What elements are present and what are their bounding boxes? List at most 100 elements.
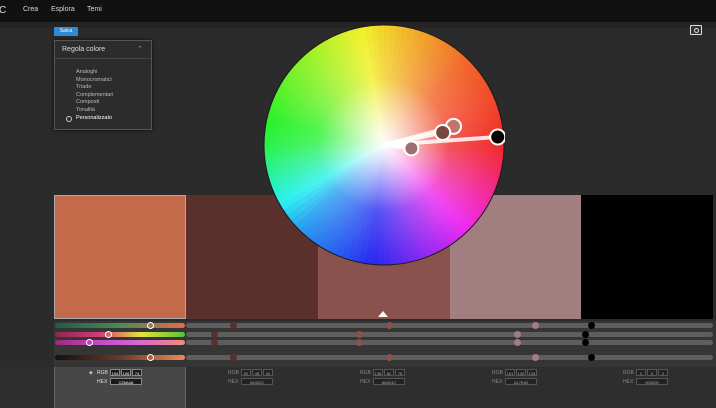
wheel-base-marker[interactable] <box>403 140 420 157</box>
color-wheel[interactable] <box>263 24 507 271</box>
r-input[interactable]: 90 <box>241 369 251 376</box>
active-swatch-pointer <box>378 311 388 317</box>
rule-option-monochromatic[interactable]: Monocromatici <box>55 77 151 85</box>
slider-track[interactable] <box>186 340 713 345</box>
slider-track[interactable] <box>186 355 713 360</box>
color-field-3[interactable]: RGB 138 82 76 HEX 8A524C <box>318 367 450 408</box>
slider-knob[interactable] <box>356 339 363 346</box>
slider-knob[interactable] <box>230 322 237 329</box>
b-input[interactable]: 0 <box>658 369 668 376</box>
rule-option-analogous[interactable]: Analoghi <box>55 69 151 77</box>
g-input[interactable]: 82 <box>384 369 394 376</box>
color-field-2[interactable]: RGB 90 48 44 HEX 5A302C <box>186 367 318 408</box>
slider-knob[interactable] <box>532 354 539 361</box>
slider-knob[interactable] <box>582 331 589 338</box>
nav-tab-esplora[interactable]: Esplora <box>51 6 75 13</box>
save-button[interactable]: Salva <box>54 27 78 36</box>
rule-option-label: Personalizzato <box>76 114 113 121</box>
rule-option-label: Tonalità <box>76 106 95 113</box>
rgb-label: RGB <box>228 370 239 376</box>
slider-knob[interactable] <box>86 339 93 346</box>
slider-knob[interactable] <box>211 339 218 346</box>
slider-knob[interactable] <box>147 322 154 329</box>
rule-option-compound[interactable]: Composti <box>55 99 151 107</box>
rgb-label: RGB <box>360 370 371 376</box>
g-input[interactable]: 48 <box>252 369 262 376</box>
b-input[interactable]: 74 <box>132 369 142 376</box>
slider-knob[interactable] <box>582 339 589 346</box>
rule-option-custom[interactable]: Personalizzato <box>55 115 151 123</box>
nav-tab-temi[interactable]: Temi <box>87 6 102 13</box>
color-rule-title: Regola colore <box>62 46 106 53</box>
rule-option-complementary[interactable]: Complementari <box>55 92 151 100</box>
b-input[interactable]: 76 <box>395 369 405 376</box>
color-field-1[interactable]: ◈ RGB 194 106 74 HEX C26A4A <box>54 367 186 408</box>
hex-input[interactable]: 000000 <box>636 378 668 385</box>
hex-label: HEX <box>623 379 634 385</box>
hex-label: HEX <box>360 379 371 385</box>
slider-knob[interactable] <box>386 322 393 329</box>
slider-track[interactable] <box>186 323 713 328</box>
rule-option-label: Composti <box>76 99 100 106</box>
active-slider-brightness[interactable] <box>55 355 185 360</box>
rule-option-label: Triade <box>76 84 92 91</box>
active-slider-blue[interactable] <box>55 340 185 345</box>
color-sliders <box>54 321 716 367</box>
r-input[interactable]: 161 <box>505 369 515 376</box>
color-values-bar: ◈ RGB 194 106 74 HEX C26A4A RGB 90 48 44… <box>0 367 716 408</box>
g-input[interactable]: 0 <box>647 369 657 376</box>
wheel-color-marker[interactable] <box>434 124 452 142</box>
slider-knob[interactable] <box>532 322 539 329</box>
rule-option-triad[interactable]: Triade <box>55 84 151 92</box>
hex-label: HEX <box>97 379 108 385</box>
rule-option-label: Complementari <box>76 91 114 98</box>
slider-knob[interactable] <box>588 354 595 361</box>
rule-option-label: Analoghi <box>76 69 98 75</box>
hex-input[interactable]: 5A302C <box>241 378 273 385</box>
b-input[interactable]: 44 <box>263 369 273 376</box>
color-rule-dropdown[interactable]: Regola colore ⌃ <box>55 41 151 59</box>
rule-option-label: Monocromatici <box>76 76 112 83</box>
base-marker-icon: ◈ <box>89 370 93 376</box>
hex-label: HEX <box>228 379 239 385</box>
app-logo: C <box>0 5 7 16</box>
radio-selected-icon[interactable] <box>66 116 72 123</box>
hex-input[interactable]: C26A4A <box>110 378 142 385</box>
rgb-label: RGB <box>492 370 503 376</box>
rgb-label: RGB <box>97 370 108 376</box>
wheel-color-marker[interactable] <box>489 128 507 146</box>
color-rule-panel: Regola colore ⌃ Analoghi Monocromatici T… <box>54 40 152 130</box>
rgb-label: RGB <box>623 370 634 376</box>
nav-tab-crea[interactable]: Crea <box>23 6 38 13</box>
swatch-1[interactable] <box>54 195 186 319</box>
color-field-4[interactable]: RGB 161 126 128 HEX A17E80 <box>450 367 581 408</box>
active-slider-hue[interactable] <box>55 323 185 328</box>
camera-icon[interactable] <box>690 25 702 35</box>
slider-knob[interactable] <box>588 322 595 329</box>
color-rule-list: Analoghi Monocromatici Triade Complement… <box>55 59 151 123</box>
color-wheel-graphic[interactable] <box>263 24 507 266</box>
swatch-5[interactable] <box>581 195 713 319</box>
r-input[interactable]: 0 <box>636 369 646 376</box>
slider-knob[interactable] <box>356 331 363 338</box>
slider-knob[interactable] <box>514 339 521 346</box>
hex-label: HEX <box>492 379 503 385</box>
r-input[interactable]: 138 <box>373 369 383 376</box>
slider-knob[interactable] <box>230 354 237 361</box>
active-slider-saturation[interactable] <box>55 332 185 337</box>
chevron-up-icon[interactable]: ⌃ <box>137 41 143 58</box>
hex-input[interactable]: A17E80 <box>505 378 537 385</box>
slider-track[interactable] <box>186 332 713 337</box>
b-input[interactable]: 128 <box>527 369 537 376</box>
slider-knob[interactable] <box>386 354 393 361</box>
slider-knob[interactable] <box>147 354 154 361</box>
slider-knob[interactable] <box>105 331 112 338</box>
g-input[interactable]: 106 <box>121 369 131 376</box>
color-field-5[interactable]: RGB 0 0 0 HEX 000000 <box>581 367 713 408</box>
slider-knob[interactable] <box>514 331 521 338</box>
r-input[interactable]: 194 <box>110 369 120 376</box>
slider-knob[interactable] <box>211 331 218 338</box>
rule-option-shades[interactable]: Tonalità <box>55 107 151 115</box>
hex-input[interactable]: 8A524C <box>373 378 405 385</box>
g-input[interactable]: 126 <box>516 369 526 376</box>
